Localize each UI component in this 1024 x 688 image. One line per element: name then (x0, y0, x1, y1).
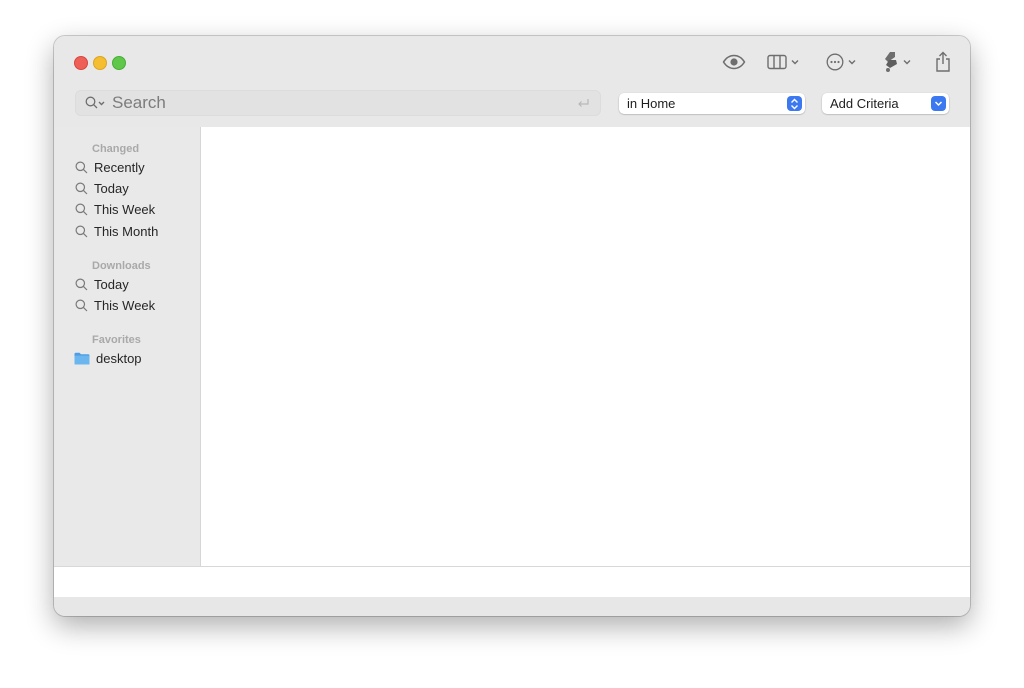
search-icon (74, 160, 88, 174)
path-bar (54, 566, 970, 597)
share-icon (936, 51, 950, 72)
sidebar-item-label: This Month (94, 223, 159, 239)
add-criteria-label: Add Criteria (830, 96, 899, 111)
sidebar-item-label: Recently (94, 159, 145, 175)
search-icon (74, 277, 88, 291)
ellipsis-circle-icon (826, 53, 844, 71)
share-button[interactable] (935, 50, 951, 74)
sidebar-item-changed-today[interactable]: Today (74, 178, 129, 198)
search-field[interactable] (75, 90, 601, 116)
sidebar-item-changed-this-month[interactable]: This Month (74, 221, 158, 241)
sidebar-section-downloads: Downloads (92, 260, 151, 272)
scope-popup-label: in Home (627, 96, 676, 111)
sidebar-item-label: desktop (96, 350, 142, 366)
chevron-down-icon (848, 60, 856, 65)
eye-icon (722, 54, 746, 70)
view-options-button[interactable] (767, 50, 799, 74)
search-icon (74, 298, 88, 312)
sidebar-item-label: This Week (94, 201, 156, 217)
sidebar-section-favorites: Favorites (92, 334, 141, 346)
sidebar-item-downloads-today[interactable]: Today (74, 274, 129, 294)
add-criteria-popup[interactable]: Add Criteria (822, 93, 949, 114)
folder-icon (74, 351, 90, 365)
search-menu-icon[interactable] (85, 96, 109, 110)
tag-icon (885, 52, 897, 72)
search-results-area[interactable] (201, 127, 970, 566)
search-input[interactable] (112, 93, 552, 113)
sidebar-item-label: Today (94, 180, 129, 196)
sidebar-item-label: This Week (94, 297, 156, 313)
sidebar-item-desktop[interactable]: desktop (74, 348, 142, 368)
finder-search-window: in Home Add Criteria Changed Recently (54, 36, 970, 616)
minimize-button[interactable] (93, 56, 107, 70)
zoom-button[interactable] (112, 56, 126, 70)
sidebar-item-changed-this-week[interactable]: This Week (74, 199, 155, 219)
quick-look-button[interactable] (722, 50, 746, 74)
sidebar-item-changed-recently[interactable]: Recently (74, 157, 145, 177)
search-icon (74, 181, 88, 195)
scope-popup[interactable]: in Home (619, 93, 805, 114)
action-button[interactable] (826, 50, 856, 74)
tags-button[interactable] (883, 50, 911, 74)
toolbar: in Home Add Criteria (54, 36, 970, 127)
sidebar-section-changed: Changed (92, 143, 140, 155)
chevron-down-icon (931, 96, 946, 111)
chevron-down-icon (791, 60, 799, 65)
search-icon (74, 224, 88, 238)
up-down-chevron-icon (787, 96, 802, 111)
status-bar (54, 597, 970, 616)
columns-icon (767, 54, 787, 70)
sidebar-item-downloads-this-week[interactable]: This Week (74, 295, 155, 315)
sidebar: Changed Recently Today This Week This Mo… (54, 127, 201, 566)
return-icon (578, 99, 589, 107)
search-icon (74, 202, 88, 216)
sidebar-item-label: Today (94, 276, 129, 292)
chevron-down-icon (903, 60, 911, 65)
close-button[interactable] (74, 56, 88, 70)
